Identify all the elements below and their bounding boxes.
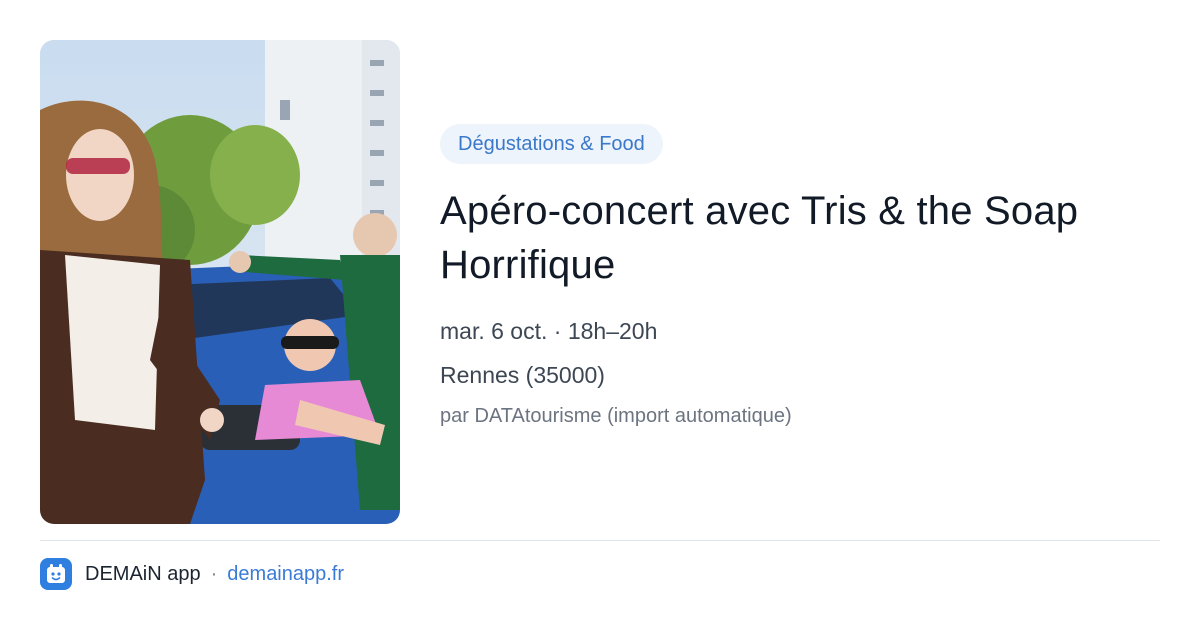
app-name: DEMAiN app xyxy=(85,562,201,585)
event-location: Rennes (35000) xyxy=(440,362,605,388)
event-card[interactable]: Dégustations & Food Apéro-concert avec T… xyxy=(0,0,1200,630)
category-badge[interactable]: Dégustations & Food xyxy=(440,124,663,164)
event-info: Dégustations & Food Apéro-concert avec T… xyxy=(440,124,1160,430)
demain-app-icon[interactable] xyxy=(40,558,72,590)
event-title[interactable]: Apéro-concert avec Tris & the Soap Horri… xyxy=(440,184,1160,292)
event-source: par DATAtourisme (import automatique) xyxy=(440,405,792,427)
calendar-face-icon xyxy=(47,564,65,583)
app-website-link[interactable]: demainapp.fr xyxy=(227,563,344,586)
app-footer: DEMAiN app · demainapp.fr xyxy=(40,558,344,590)
footer-divider xyxy=(40,540,1160,541)
event-meta: mar. 6 oct. · 18h–20h Rennes (35000) par… xyxy=(440,316,1160,430)
event-photo[interactable] xyxy=(40,40,400,524)
footer-separator: · xyxy=(210,562,218,585)
event-datetime: mar. 6 oct. · 18h–20h xyxy=(440,318,658,344)
event-photo-image xyxy=(40,40,400,524)
